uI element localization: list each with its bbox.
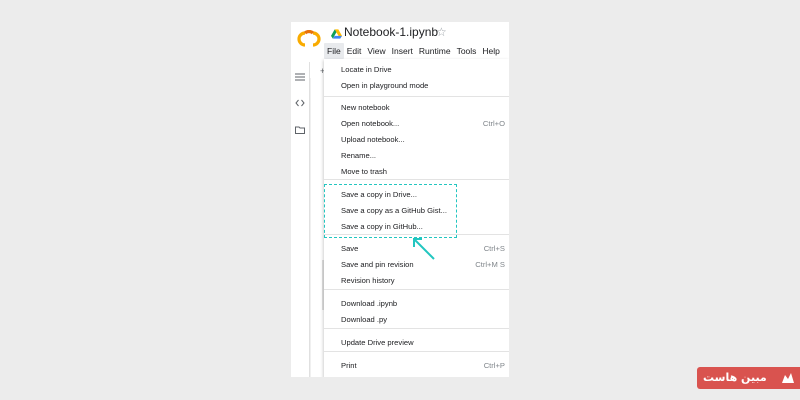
- menu-item-label: Download .py: [341, 315, 388, 324]
- menu-item-label: Upload notebook...: [341, 135, 405, 144]
- menu-item-open-in-playground-mode[interactable]: Open in playground mode: [324, 79, 509, 94]
- menu-item-label: Download .ipynb: [341, 299, 398, 308]
- menu-view[interactable]: View: [364, 43, 388, 59]
- menu-item-move-to-trash[interactable]: Move to trash: [324, 165, 509, 180]
- menubar: File Edit View Insert Runtime Tools Help: [324, 43, 503, 59]
- menu-item-open-notebook[interactable]: Open notebook... Ctrl+O: [324, 117, 509, 132]
- menu-item-label: Save: [341, 244, 359, 253]
- menu-edit[interactable]: Edit: [344, 43, 365, 59]
- menu-item-label: Open notebook...: [341, 119, 400, 128]
- menu-item-revision-history[interactable]: Revision history: [324, 274, 509, 289]
- menu-item-upload-notebook[interactable]: Upload notebook...: [324, 133, 509, 148]
- table-of-contents-icon[interactable]: [295, 72, 305, 82]
- menu-separator: [324, 328, 509, 329]
- menu-item-label: Open in playground mode: [341, 81, 429, 90]
- folder-icon[interactable]: [295, 125, 305, 135]
- menu-item-shortcut: Ctrl+O: [482, 119, 505, 128]
- menu-item-new-notebook[interactable]: New notebook: [324, 101, 509, 116]
- menu-item-label: Rename...: [341, 151, 377, 160]
- menu-separator: [324, 289, 509, 290]
- menu-file[interactable]: File: [324, 43, 344, 59]
- code-icon[interactable]: [295, 98, 305, 108]
- save-copy-highlight-box: [324, 184, 457, 238]
- menu-item-shortcut: Ctrl+S: [483, 244, 505, 253]
- menu-runtime[interactable]: Runtime: [416, 43, 454, 59]
- menu-separator: [324, 351, 509, 352]
- menu-item-label: Move to trash: [341, 167, 388, 176]
- menu-item-shortcut: Ctrl+M S: [475, 260, 505, 269]
- google-drive-icon: [331, 29, 342, 39]
- menu-item-label: New notebook: [341, 103, 390, 112]
- menu-item-label: Revision history: [341, 276, 395, 285]
- menu-separator: [324, 96, 509, 97]
- menu-item-update-drive-preview[interactable]: Update Drive preview: [324, 336, 509, 351]
- menu-item-rename[interactable]: Rename...: [324, 149, 509, 164]
- watermark-badge: مبین هاست: [697, 367, 800, 389]
- logo-mark-icon: [782, 373, 794, 383]
- menu-item-label: Update Drive preview: [341, 338, 414, 347]
- menu-item-print[interactable]: Print Ctrl+P: [324, 359, 509, 374]
- menu-help[interactable]: Help: [479, 43, 502, 59]
- menu-item-download-py[interactable]: Download .py: [324, 313, 509, 328]
- watermark-text: مبین هاست: [703, 371, 767, 384]
- menu-item-label: Save and pin revision: [341, 260, 414, 269]
- menu-item-locate-in-drive[interactable]: Locate in Drive: [324, 63, 509, 78]
- star-outline-icon[interactable]: ☆: [436, 25, 447, 39]
- menu-item-label: Print: [341, 361, 357, 370]
- menu-item-shortcut: Ctrl+P: [483, 361, 505, 370]
- menu-item-download-ipynb[interactable]: Download .ipynb: [324, 297, 509, 312]
- menu-insert[interactable]: Insert: [389, 43, 416, 59]
- pointer-arrow-icon: [413, 238, 435, 260]
- menu-tools[interactable]: Tools: [454, 43, 480, 59]
- notebook-title[interactable]: Notebook-1.ipynb: [344, 25, 438, 39]
- menu-item-label: Locate in Drive: [341, 65, 392, 74]
- colab-logo-icon[interactable]: [296, 30, 322, 48]
- content-divider: [310, 78, 311, 377]
- left-rail: [291, 62, 310, 377]
